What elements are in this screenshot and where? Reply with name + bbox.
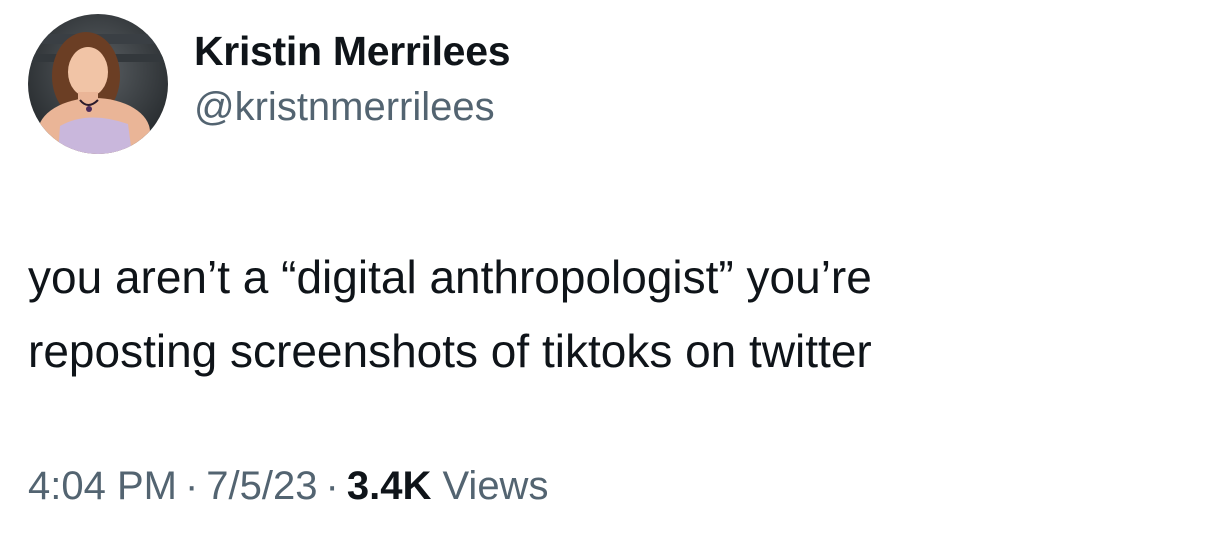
views-count[interactable]: 3.4K (347, 464, 432, 508)
tweet-date[interactable]: 7/5/23 (206, 464, 317, 508)
tweet-card: Kristin Merrilees @kristnmerrilees you a… (0, 0, 1206, 540)
user-handle[interactable]: @kristnmerrilees (194, 82, 510, 132)
views-label[interactable]: Views (442, 464, 548, 508)
meta-separator: · (325, 464, 339, 508)
tweet-text-line: you aren’t a “digital anthropologist” yo… (28, 251, 872, 303)
tweet-meta: 4:04 PM · 7/5/23 · 3.4K Views (28, 458, 548, 514)
tweet-header: Kristin Merrilees @kristnmerrilees (28, 14, 511, 154)
tweet-text: you aren’t a “digital anthropologist” yo… (28, 240, 1178, 388)
tweet-time[interactable]: 4:04 PM (28, 464, 177, 508)
tweet-text-line: reposting screenshots of tiktoks on twit… (28, 325, 872, 377)
display-name[interactable]: Kristin Merrilees (194, 26, 511, 76)
avatar-image (28, 14, 168, 154)
author-names: Kristin Merrilees @kristnmerrilees (194, 26, 511, 132)
meta-separator: · (184, 464, 199, 508)
avatar[interactable] (28, 14, 168, 154)
